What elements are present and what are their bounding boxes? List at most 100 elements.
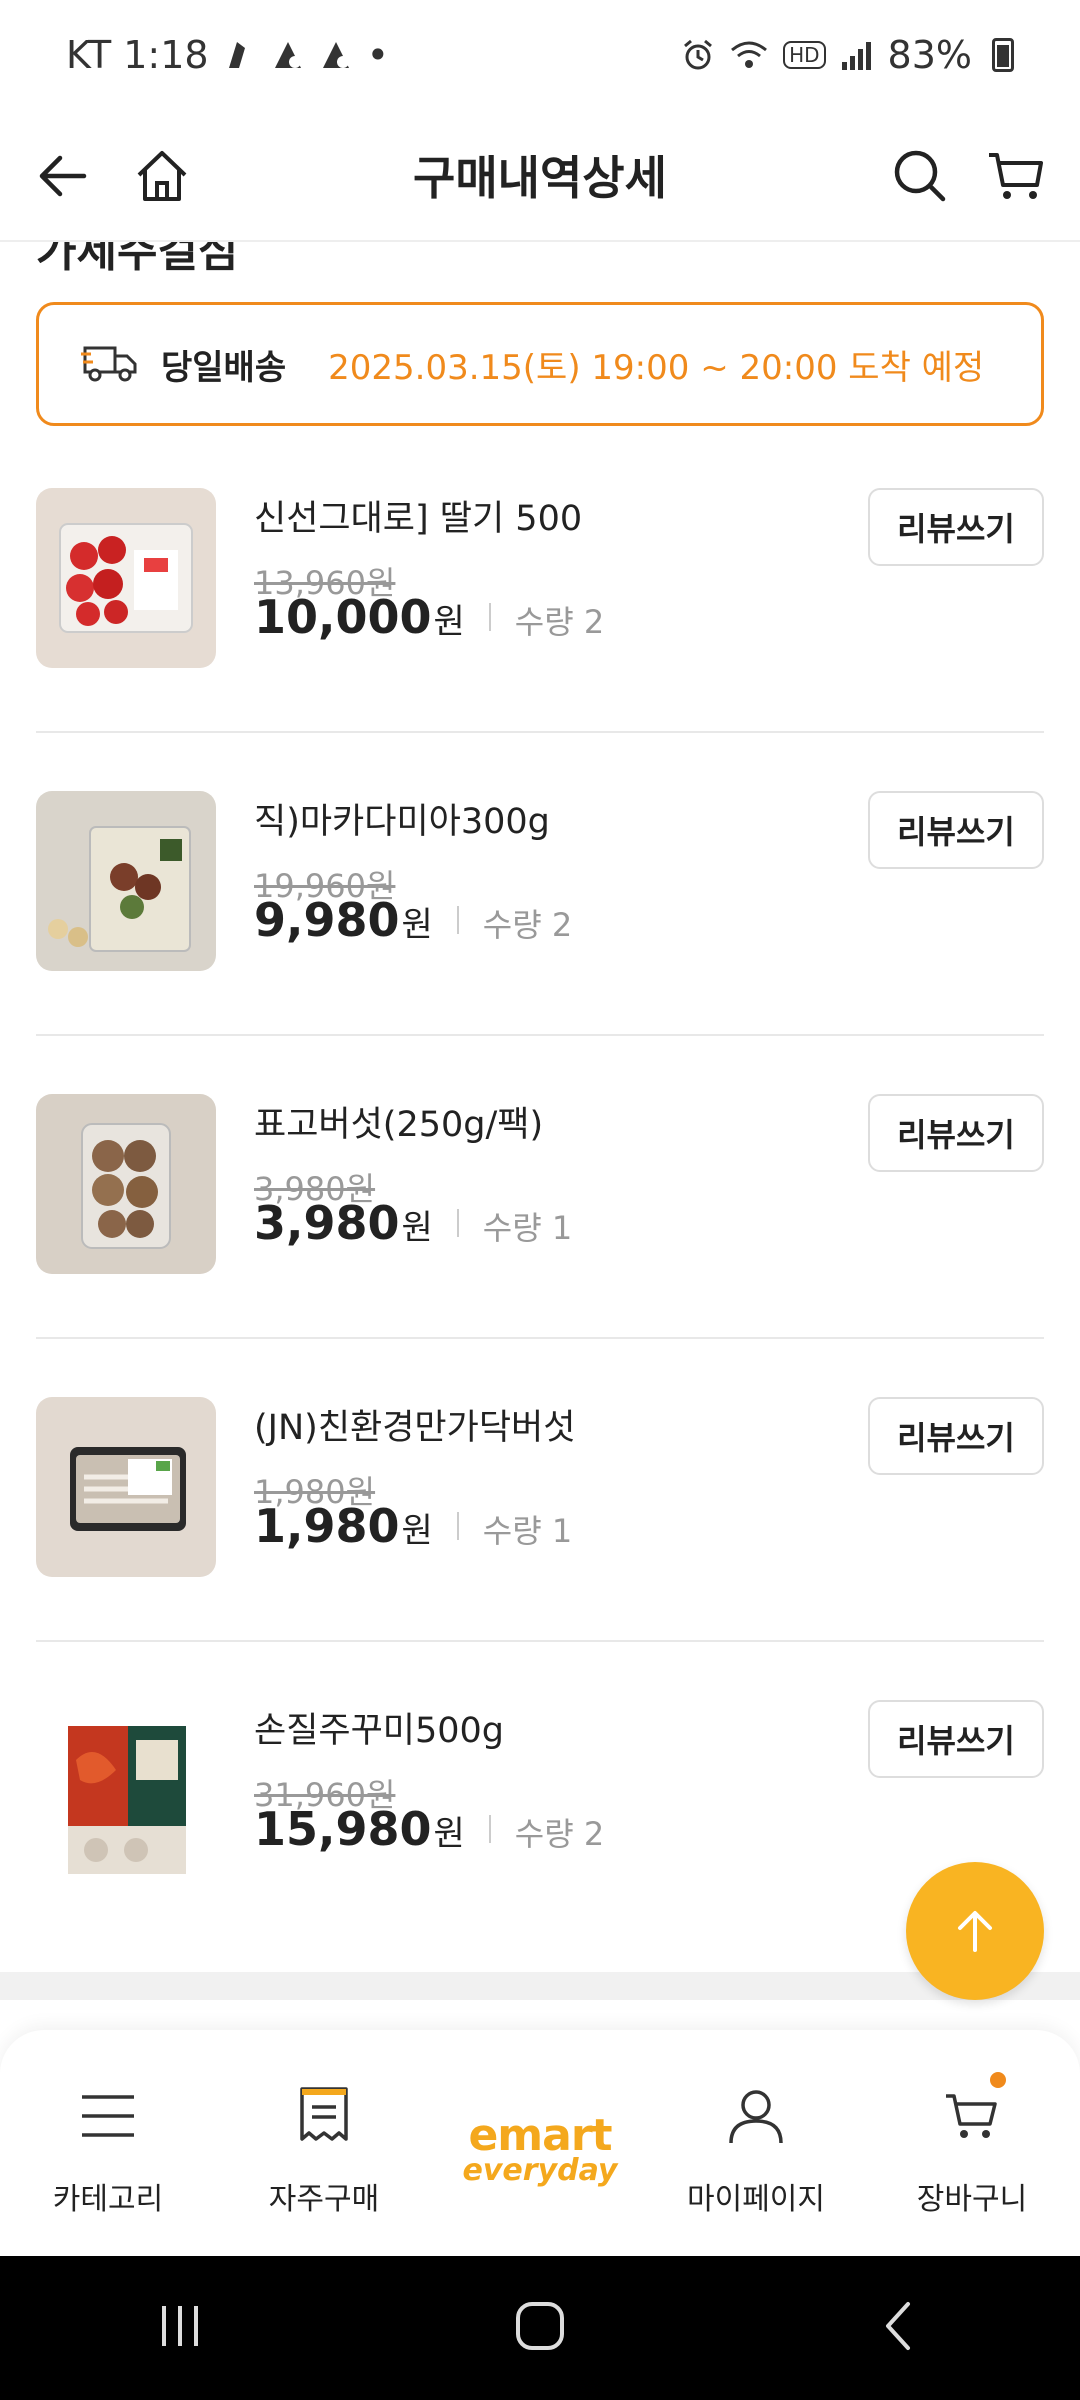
divider [488, 1815, 491, 1843]
alarm-icon [681, 38, 715, 72]
product-name[interactable]: (JN)친환경만가닥버섯 [254, 1399, 575, 1450]
product-name[interactable]: 신선그대로] 딸기 500 [254, 490, 582, 541]
carrier-time: KT 1:18 [66, 33, 209, 77]
order-item: 직)마카다미아300g 19,960원 9,980 원 수량 2 리뷰쓰기 [36, 733, 1044, 1036]
quantity: 수량 2 [482, 906, 573, 944]
product-name[interactable]: 표고버섯(250g/팩) [254, 1096, 543, 1147]
cart-icon [989, 153, 1043, 199]
order-item: 신선그대로] 딸기 500 13,960원 10,000 원 수량 2 리뷰쓰기 [36, 430, 1044, 733]
order-item: (JN)친환경만가닥버섯 1,980원 1,980 원 수량 1 리뷰쓰기 [36, 1339, 1044, 1642]
product-image [36, 791, 216, 971]
nav-label: 장바구니 [916, 2182, 1028, 2217]
write-review-button[interactable]: 리뷰쓰기 [868, 791, 1044, 869]
truck-icon [81, 340, 141, 388]
write-review-button[interactable]: 리뷰쓰기 [868, 1094, 1044, 1172]
section-divider [0, 1972, 1080, 2000]
delivery-banner: 당일배송 2025.03.15(토) 19:00 ~ 20:00 도착 예정 [36, 302, 1044, 426]
nav-home-logo[interactable]: emart everyday [432, 2030, 648, 2256]
back-arrow-icon [39, 155, 87, 197]
home-system-button[interactable] [510, 2296, 570, 2360]
system-nav-bar [0, 2256, 1080, 2400]
order-item: 표고버섯(250g/팩) 3,980원 3,980 원 수량 1 리뷰쓰기 [36, 1036, 1044, 1339]
recent-apps-button[interactable] [150, 2296, 210, 2360]
emart-logo: emart [468, 2110, 612, 2161]
nav-category[interactable]: 카테고리 [0, 2030, 216, 2256]
product-image [36, 1700, 216, 1880]
home-button[interactable] [126, 140, 198, 212]
sale-price: 1,980 [254, 1499, 400, 1553]
emart-logo-sub: everyday [462, 2153, 618, 2188]
home-icon [137, 151, 187, 201]
sale-price: 15,980 [254, 1802, 432, 1856]
order-item-list: 신선그대로] 딸기 500 13,960원 10,000 원 수량 2 리뷰쓰기… [36, 430, 1044, 1945]
delivery-label: 당일배송 [161, 347, 287, 388]
receipt-icon [296, 2080, 352, 2152]
quantity: 수량 1 [482, 1512, 573, 1550]
status-left: KT 1:18 • [66, 33, 389, 77]
price-row: 15,980 원 수량 2 [254, 1802, 604, 1856]
currency-unit: 원 [433, 602, 465, 642]
delivery-time: 2025.03.15(토) 19:00 ~ 20:00 도착 예정 [328, 347, 985, 388]
battery-icon [992, 38, 1014, 72]
chevron-left-icon [886, 2302, 910, 2350]
price-row: 10,000 원 수량 2 [254, 590, 604, 644]
product-name[interactable]: 손질주꾸미500g [254, 1702, 504, 1753]
divider [456, 906, 459, 934]
nav-label: 카테고리 [52, 2182, 164, 2217]
quantity: 수량 2 [514, 603, 605, 641]
menu-icon [78, 2080, 138, 2152]
product-name[interactable]: 직)마카다미아300g [254, 793, 550, 844]
bottom-nav: 카테고리 자주구매 emart everyday 마이페이지 장바구니 [0, 2030, 1080, 2256]
back-button[interactable] [26, 140, 98, 212]
currency-unit: 원 [433, 1814, 465, 1854]
divider [488, 603, 491, 631]
cart-button[interactable] [980, 140, 1052, 212]
wifi-icon [729, 38, 769, 72]
recent-apps-icon [162, 2306, 198, 2346]
quantity: 수량 1 [482, 1209, 573, 1247]
app-header: 구매내역상세 [0, 110, 1080, 242]
battery-percent: 83% [887, 33, 972, 77]
price-row: 3,980 원 수량 1 [254, 1196, 572, 1250]
product-image [36, 488, 216, 668]
notification-icon [223, 38, 257, 72]
divider [456, 1512, 459, 1540]
system-back-button[interactable] [870, 2296, 930, 2360]
search-button[interactable] [884, 140, 956, 212]
currency-unit: 원 [401, 1208, 433, 1248]
quantity: 수량 2 [514, 1815, 605, 1853]
order-item: 손질주꾸미500g 31,960원 15,980 원 수량 2 리뷰쓰기 [36, 1642, 1044, 1945]
product-image [36, 1397, 216, 1577]
currency-unit: 원 [401, 905, 433, 945]
nav-frequent[interactable]: 자주구매 [216, 2030, 432, 2256]
nav-cart[interactable]: 장바구니 [864, 2030, 1080, 2256]
status-right: HD 83% [681, 33, 1014, 77]
sale-price: 9,980 [254, 893, 400, 947]
user-icon [725, 2080, 787, 2152]
notification-icon [271, 38, 305, 72]
cart-badge-dot [990, 2072, 1006, 2088]
currency-unit: 원 [401, 1511, 433, 1551]
nav-label: 자주구매 [268, 2182, 380, 2217]
search-icon [894, 150, 946, 202]
arrow-up-icon [958, 1911, 992, 1952]
price-row: 1,980 원 수량 1 [254, 1499, 572, 1553]
notification-icon [319, 38, 353, 72]
cart-icon [942, 2080, 1002, 2152]
nav-mypage[interactable]: 마이페이지 [648, 2030, 864, 2256]
write-review-button[interactable]: 리뷰쓰기 [868, 1397, 1044, 1475]
dot: • [366, 33, 390, 77]
product-image [36, 1094, 216, 1274]
sale-price: 10,000 [254, 590, 432, 644]
nav-label: 마이페이지 [687, 2182, 825, 2217]
write-review-button[interactable]: 리뷰쓰기 [868, 1700, 1044, 1778]
price-row: 9,980 원 수량 2 [254, 893, 572, 947]
signal-icon [840, 38, 874, 72]
home-square-icon [516, 2302, 564, 2350]
write-review-button[interactable]: 리뷰쓰기 [868, 488, 1044, 566]
divider [456, 1209, 459, 1237]
status-bar: KT 1:18 • HD 83% [0, 0, 1080, 110]
hd-icon: HD [783, 41, 826, 69]
sale-price: 3,980 [254, 1196, 400, 1250]
scroll-top-button[interactable] [906, 1862, 1044, 2000]
